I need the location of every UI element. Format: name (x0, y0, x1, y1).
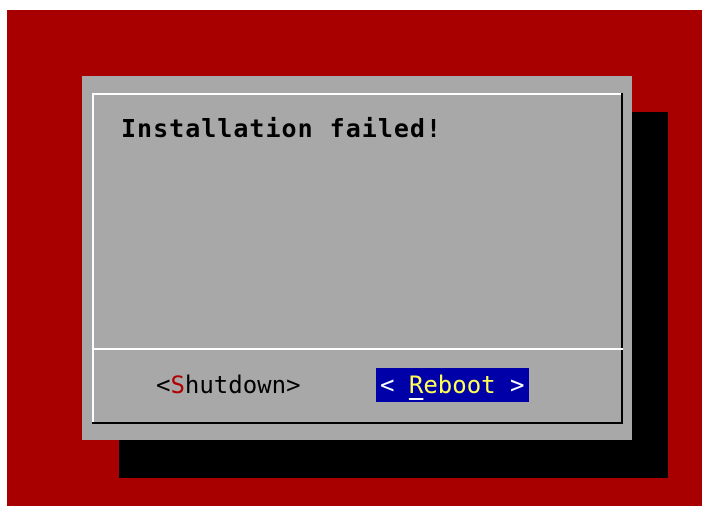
dialog-frame-top (92, 93, 623, 95)
error-dialog: Installation failed! <Shutdown> < Reboot… (82, 76, 632, 440)
shutdown-close-bracket: > (286, 371, 301, 399)
button-separator (92, 348, 623, 350)
reboot-open-bracket: < (380, 371, 409, 399)
reboot-hotkey: R (408, 371, 424, 399)
shutdown-hotkey: S (170, 371, 185, 399)
button-row: <Shutdown> < Reboot > (82, 368, 632, 408)
shutdown-open-bracket: < (156, 371, 171, 399)
reboot-label: eboot (423, 371, 496, 399)
dialog-message: Installation failed! (121, 114, 443, 143)
shutdown-button[interactable]: <Shutdown> (156, 368, 301, 402)
reboot-close-bracket: > (495, 371, 525, 399)
shutdown-label: hutdown (184, 371, 287, 399)
reboot-button[interactable]: < Reboot > (376, 368, 529, 402)
dialog-frame-bottom (92, 422, 623, 424)
